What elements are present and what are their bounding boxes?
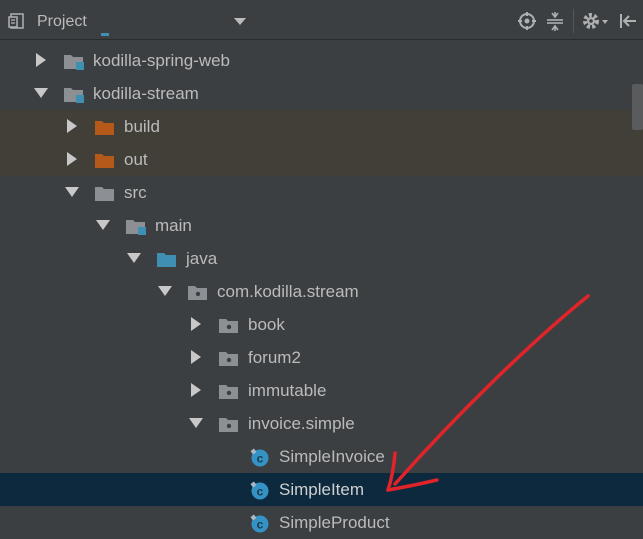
package-icon <box>218 315 240 335</box>
tree-row[interactable]: c SimpleInvoice <box>0 440 643 473</box>
tree-row[interactable]: src <box>0 176 643 209</box>
project-tree: kodilla-spring-web kodilla-stream build out… <box>0 33 643 539</box>
tree-item-label: book <box>248 315 285 334</box>
tree-row[interactable]: c SimpleProduct <box>0 506 643 539</box>
collapse-arrow-icon[interactable] <box>65 110 79 143</box>
excluded-folder-icon <box>94 150 116 170</box>
svg-text:c: c <box>257 518 264 532</box>
java-class-icon: c <box>249 480 271 500</box>
module-folder-icon <box>63 84 85 104</box>
tree-item-label: SimpleProduct <box>279 513 390 532</box>
excluded-folder-icon <box>94 117 116 137</box>
tree-item-label: main <box>155 216 192 235</box>
tree-row[interactable]: com.kodilla.stream <box>0 275 643 308</box>
tree-item-label: out <box>124 150 148 169</box>
expand-arrow-icon[interactable] <box>96 209 110 242</box>
tree-row[interactable]: main <box>0 209 643 242</box>
module-folder-icon <box>63 51 85 71</box>
collapse-arrow-icon[interactable] <box>34 44 48 77</box>
collapse-arrow-icon[interactable] <box>189 374 203 407</box>
expand-arrow-icon[interactable] <box>158 275 172 308</box>
package-icon <box>218 414 240 434</box>
tree-row[interactable]: c SimpleItem <box>0 473 643 506</box>
source-folder-icon <box>156 249 178 269</box>
tree-row[interactable]: invoice.simple <box>0 407 643 440</box>
settings-gear-icon[interactable] <box>581 11 611 31</box>
tree-item-label: SimpleItem <box>279 480 365 499</box>
java-class-icon: c <box>249 447 271 467</box>
expand-arrow-icon[interactable] <box>65 176 79 209</box>
tree-row[interactable]: java <box>0 242 643 275</box>
collapse-arrow-icon[interactable] <box>65 143 79 176</box>
folder-icon <box>94 183 116 203</box>
dropdown-arrow-icon[interactable] <box>234 18 246 26</box>
tree-item-label: build <box>124 117 160 136</box>
tree-row[interactable]: kodilla-stream <box>0 77 643 110</box>
tree-item-label: immutable <box>248 381 327 400</box>
tree-item-label: kodilla-stream <box>93 84 199 103</box>
module-folder-icon <box>125 216 147 236</box>
collapse-arrow-icon[interactable] <box>189 341 203 374</box>
locate-icon[interactable] <box>517 11 537 31</box>
tree-item-label: SimpleInvoice <box>279 447 385 466</box>
tree-row[interactable]: immutable <box>0 374 643 407</box>
hide-panel-icon[interactable] <box>618 11 638 31</box>
collapse-arrow-icon[interactable] <box>189 308 203 341</box>
expand-arrow-icon[interactable] <box>127 242 141 275</box>
tree-row[interactable]: forum2 <box>0 341 643 374</box>
expand-arrow-icon[interactable] <box>34 77 48 110</box>
vertical-scrollbar[interactable] <box>632 84 643 130</box>
package-icon <box>218 348 240 368</box>
project-view-icon[interactable] <box>8 12 26 30</box>
panel-title[interactable]: Project <box>37 13 87 31</box>
toolbar-separator <box>573 9 574 33</box>
tree-item-label: com.kodilla.stream <box>217 282 359 301</box>
tree-item-label: src <box>124 183 147 202</box>
tree-item-label: java <box>186 249 218 268</box>
tree-item-label: kodilla-spring-web <box>93 51 231 70</box>
expand-arrow-icon[interactable] <box>189 407 203 440</box>
svg-text:c: c <box>257 452 264 466</box>
tree-row[interactable]: book <box>0 308 643 341</box>
tree-continuation-marker <box>101 33 109 36</box>
tree-item-label: invoice.simple <box>248 414 355 433</box>
tree-row[interactable]: build <box>0 110 643 143</box>
java-class-icon: c <box>249 513 271 533</box>
svg-text:c: c <box>257 485 264 499</box>
package-icon <box>187 282 209 302</box>
package-icon <box>218 381 240 401</box>
tree-row[interactable]: kodilla-spring-web <box>0 44 643 77</box>
tree-item-label: forum2 <box>248 348 301 367</box>
tree-row[interactable]: out <box>0 143 643 176</box>
collapse-all-icon[interactable] <box>545 11 565 31</box>
